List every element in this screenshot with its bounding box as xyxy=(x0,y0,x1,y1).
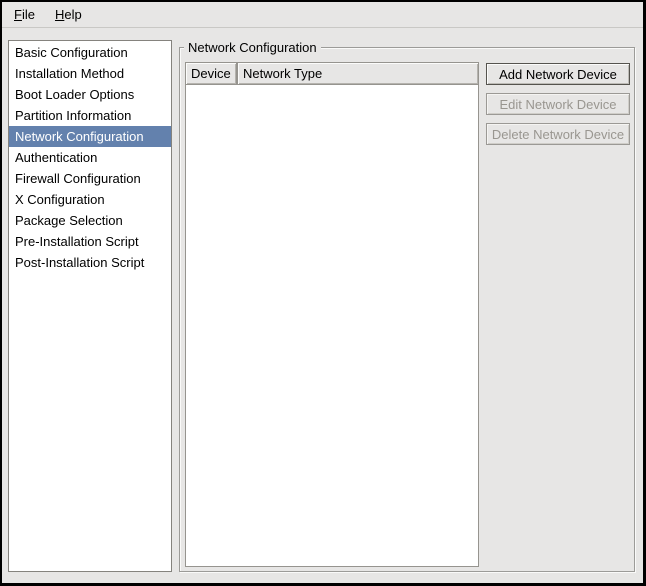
frame-title: Network Configuration xyxy=(184,40,321,56)
sidebar-item-partition-information[interactable]: Partition Information xyxy=(9,105,171,126)
device-table-header: Device Network Type xyxy=(185,62,479,85)
network-device-list[interactable] xyxy=(185,85,479,567)
kickstart-configurator-window: File Help Basic Configuration Installati… xyxy=(0,0,646,586)
sidebar-item-network-configuration[interactable]: Network Configuration xyxy=(9,126,171,147)
edit-network-device-button[interactable]: Edit Network Device xyxy=(486,93,630,115)
menu-file[interactable]: File xyxy=(11,5,38,24)
sidebar-item-basic-configuration[interactable]: Basic Configuration xyxy=(9,42,171,63)
sidebar-item-boot-loader-options[interactable]: Boot Loader Options xyxy=(9,84,171,105)
menu-help[interactable]: Help xyxy=(52,5,85,24)
sidebar-item-installation-method[interactable]: Installation Method xyxy=(9,63,171,84)
column-header-network-type[interactable]: Network Type xyxy=(237,62,479,85)
menu-help-mnemonic: H xyxy=(55,7,64,22)
sidebar-item-x-configuration[interactable]: X Configuration xyxy=(9,189,171,210)
menu-bar: File Help xyxy=(2,2,643,28)
section-list: Basic Configuration Installation Method … xyxy=(8,40,172,572)
add-network-device-button[interactable]: Add Network Device xyxy=(486,63,630,85)
sidebar-item-pre-installation-script[interactable]: Pre-Installation Script xyxy=(9,231,171,252)
sidebar-item-post-installation-script[interactable]: Post-Installation Script xyxy=(9,252,171,273)
column-header-device[interactable]: Device xyxy=(185,62,237,85)
menu-file-label: ile xyxy=(22,7,35,22)
sidebar-item-package-selection[interactable]: Package Selection xyxy=(9,210,171,231)
menu-file-mnemonic: F xyxy=(14,7,22,22)
menu-help-label: elp xyxy=(64,7,81,22)
delete-network-device-button[interactable]: Delete Network Device xyxy=(486,123,630,145)
sidebar-item-authentication[interactable]: Authentication xyxy=(9,147,171,168)
sidebar-item-firewall-configuration[interactable]: Firewall Configuration xyxy=(9,168,171,189)
